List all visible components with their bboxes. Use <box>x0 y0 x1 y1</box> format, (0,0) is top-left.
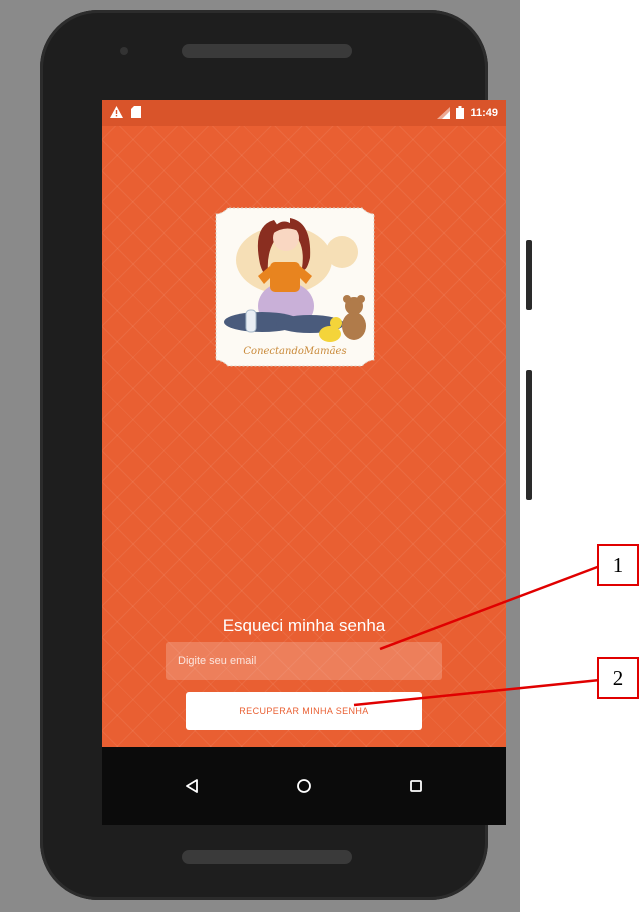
callout-2: 2 <box>597 657 639 699</box>
callout-lines <box>353 564 601 707</box>
callout-1: 1 <box>597 544 639 586</box>
